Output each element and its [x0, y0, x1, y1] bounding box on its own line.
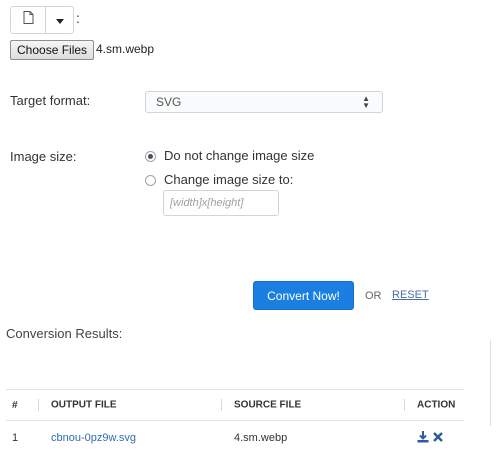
convert-now-button[interactable]: Convert Now!: [253, 281, 354, 310]
file-icon: [23, 11, 34, 29]
download-icon[interactable]: [417, 430, 429, 446]
target-format-label: Target format:: [10, 93, 91, 108]
table-row: 1 cbnou-0pz9w.svg 4.sm.webp: [6, 421, 464, 456]
column-header-action-label: ACTION: [417, 399, 456, 411]
target-format-select[interactable]: SVG ▲ ▼: [145, 91, 383, 113]
row-index: 1: [12, 432, 19, 444]
file-type-button-group[interactable]: [10, 6, 74, 34]
radio-no-change[interactable]: [145, 151, 156, 162]
divider: [490, 340, 491, 426]
target-format-value: SVG: [156, 95, 182, 109]
column-header-index: #: [6, 389, 38, 421]
colon-text: :: [76, 10, 80, 26]
column-header-action: ACTION: [404, 389, 464, 421]
reset-link[interactable]: RESET: [392, 289, 429, 301]
file-icon-button[interactable]: [11, 7, 46, 33]
image-size-input[interactable]: [163, 190, 279, 216]
column-header-output: OUTPUT FILE: [38, 389, 221, 421]
caret-down-icon: [55, 11, 64, 29]
choose-files-button[interactable]: Choose Files: [10, 40, 95, 60]
output-file-link[interactable]: cbnou-0pz9w.svg: [51, 432, 136, 444]
delete-icon[interactable]: [433, 431, 443, 445]
column-separator: [38, 399, 39, 411]
results-table: # OUTPUT FILE SOURCE FILE ACTION 1 cbnou…: [6, 389, 464, 455]
output-file-cell: cbnou-0pz9w.svg: [38, 421, 221, 456]
column-separator: [221, 399, 222, 411]
image-size-label: Image size:: [10, 149, 77, 164]
radio-no-change-label[interactable]: Do not change image size: [164, 148, 314, 163]
column-header-source-label: SOURCE FILE: [234, 399, 302, 411]
radio-change-size[interactable]: [145, 175, 156, 186]
selected-file-name: 4.sm.webp: [96, 42, 155, 56]
radio-change-size-label[interactable]: Change image size to:: [164, 172, 293, 187]
column-separator: [404, 399, 405, 411]
action-cell: [404, 421, 464, 456]
table-header-row: # OUTPUT FILE SOURCE FILE ACTION: [6, 389, 464, 421]
dropdown-toggle-button[interactable]: [46, 7, 73, 33]
column-header-output-label: OUTPUT FILE: [51, 399, 117, 411]
source-file-cell: 4.sm.webp: [234, 432, 288, 444]
select-arrows-icon: ▲ ▼: [362, 94, 370, 110]
conversion-results-title: Conversion Results:: [6, 326, 123, 341]
column-header-source: SOURCE FILE: [221, 389, 404, 421]
or-text: OR: [365, 290, 382, 302]
